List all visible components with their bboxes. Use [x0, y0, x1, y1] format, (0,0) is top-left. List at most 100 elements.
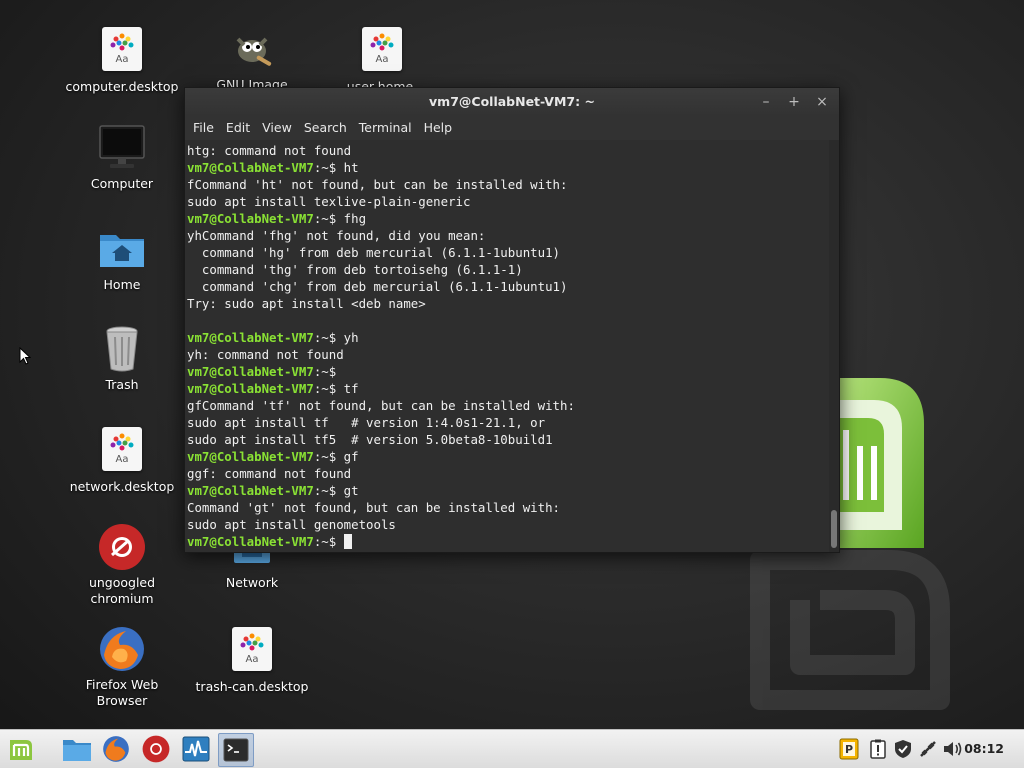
terminal-output-line: sudo apt install texlive-plain-generic [187, 194, 471, 209]
terminal-output-line: sudo apt install genometools [187, 517, 396, 532]
prompt-suffix: :~$ [313, 381, 344, 396]
home-folder-icon [98, 225, 146, 273]
terminal-prompt-line: vm7@CollabNet-VM7:~$ tf [187, 380, 829, 397]
terminal-prompt-line: vm7@CollabNet-VM7:~$ yh [187, 329, 829, 346]
tray-network[interactable] [917, 737, 939, 761]
taskbar-chromium-launcher[interactable] [139, 733, 173, 765]
terminal-output[interactable]: htg: command not found vm7@CollabNet-VM7:… [185, 140, 829, 552]
command-text: gf [343, 449, 359, 464]
terminal-prompt-line: vm7@CollabNet-VM7:~$ gf [187, 448, 829, 465]
desktop-icon-trash-can-desktop[interactable]: Aa trash-can.desktop [192, 625, 312, 695]
command-text: tf [343, 381, 359, 396]
prompt-user: vm7@CollabNet-VM7 [187, 534, 314, 549]
terminal-output-line: sudo apt install tf5 # version 5.0beta8-… [187, 432, 553, 447]
clipboard-alert-icon [870, 739, 886, 759]
desktop-icon-computer-desktop[interactable]: Aa computer.desktop [62, 25, 182, 95]
font-glyph-text: Aa [375, 54, 389, 65]
font-file-icon: Aa [98, 427, 146, 475]
terminal-output-line: sudo apt install tf # version 1:4.0s1-21… [187, 415, 546, 430]
gimp-icon [228, 25, 276, 73]
terminal-window[interactable]: vm7@CollabNet-VM7: ~ – + × File Edit Vie… [184, 87, 840, 553]
text-cursor [343, 534, 352, 549]
prompt-user: vm7@CollabNet-VM7 [187, 330, 314, 345]
files-icon [63, 740, 91, 761]
terminal-prompt-line: vm7@CollabNet-VM7:~$ gt [187, 482, 829, 499]
terminal-titlebar[interactable]: vm7@CollabNet-VM7: ~ – + × [185, 88, 839, 116]
terminal-output-line: htg: command not found [187, 143, 352, 158]
terminal-output-line: fCommand 'ht' not found, but can be inst… [187, 177, 568, 192]
firefox-icon [98, 625, 146, 673]
taskbar-system-monitor-launcher[interactable] [179, 733, 213, 765]
font-glyph-text: Aa [115, 54, 129, 65]
menu-help[interactable]: Help [418, 116, 459, 140]
mint-menu-button[interactable] [4, 733, 38, 765]
desktop-icon-firefox[interactable]: Firefox Web Browser [62, 625, 182, 709]
minimize-button[interactable]: – [755, 91, 777, 113]
firefox-icon [103, 736, 129, 762]
taskbar-clock[interactable]: 08:12 [964, 730, 1004, 768]
taskbar-firefox-launcher[interactable] [99, 733, 133, 765]
desktop-icon-computer[interactable]: Computer [62, 124, 182, 192]
terminal-active-prompt: vm7@CollabNet-VM7:~$ [187, 533, 829, 550]
prompt-user: vm7@CollabNet-VM7 [187, 364, 314, 379]
maximize-button[interactable]: + [783, 91, 805, 113]
desktop-icon-trash[interactable]: Trash [62, 325, 182, 393]
prompt-suffix: :~$ [313, 330, 344, 345]
network-icon [920, 741, 936, 757]
menu-search[interactable]: Search [298, 116, 353, 140]
terminal-output-line: command 'chg' from deb mercurial (6.1.1-… [187, 279, 568, 294]
terminal-menubar: File Edit View Search Terminal Help [185, 116, 839, 140]
prompt-user: vm7@CollabNet-VM7 [187, 381, 314, 396]
tray-volume[interactable] [942, 737, 964, 761]
close-button[interactable]: × [811, 91, 833, 113]
desktop-icon-user-home[interactable]: Aa user-home. [322, 25, 442, 95]
mint-menu-icon [10, 740, 32, 760]
terminal-scrollbar[interactable] [829, 140, 839, 552]
menu-file[interactable]: File [187, 116, 220, 140]
terminal-output-line: yhCommand 'fhg' not found, did you mean: [187, 228, 486, 243]
taskbar-files-launcher[interactable] [60, 733, 94, 765]
chromium-icon [142, 735, 170, 763]
window-title: vm7@CollabNet-VM7: ~ [429, 94, 595, 109]
scrollbar-thumb[interactable] [831, 510, 837, 548]
tray-parking-indicator[interactable]: P [838, 737, 860, 761]
terminal-output-line: ggf: command not found [187, 466, 352, 481]
prompt-user: vm7@CollabNet-VM7 [187, 449, 314, 464]
desktop-icon-label: Computer [90, 176, 154, 191]
tray-security[interactable] [892, 737, 914, 761]
menu-terminal[interactable]: Terminal [353, 116, 418, 140]
command-text: gt [343, 483, 359, 498]
prompt-suffix: :~$ [313, 449, 344, 464]
prompt-user: vm7@CollabNet-VM7 [187, 160, 314, 175]
desktop-icon-network-desktop[interactable]: Aa network.desktop [62, 425, 182, 495]
prompt-suffix: :~$ [313, 534, 344, 549]
trash-icon [98, 325, 146, 373]
prompt-suffix: :~$ [313, 211, 344, 226]
terminal-output-line: command 'hg' from deb mercurial (6.1.1-1… [187, 245, 560, 260]
monitor-icon [98, 124, 146, 172]
desktop-icon-ungoogled-chromium[interactable]: ungoogled chromium [62, 523, 182, 607]
desktop-icon-gimp[interactable]: GNU Image [192, 25, 312, 93]
mouse-pointer-icon [19, 347, 31, 365]
parking-icon: P [839, 738, 859, 760]
taskbar-terminal-launcher[interactable] [218, 733, 254, 767]
volume-icon [944, 742, 962, 756]
desktop-icon-label: network.desktop [69, 479, 175, 494]
command-text: fhg [343, 211, 367, 226]
tray-update-manager[interactable] [867, 737, 889, 761]
font-glyph-text: Aa [245, 654, 259, 665]
chromium-icon [98, 523, 146, 571]
terminal-icon [223, 738, 249, 762]
system-monitor-icon [182, 736, 210, 762]
font-file-icon: Aa [358, 27, 406, 75]
desktop-icon-home[interactable]: Home [62, 225, 182, 293]
terminal-prompt-line: vm7@CollabNet-VM7:~$ fhg [187, 210, 829, 227]
terminal-output-line: Command 'gt' not found, but can be insta… [187, 500, 560, 515]
prompt-user: vm7@CollabNet-VM7 [187, 211, 314, 226]
font-file-icon: Aa [98, 27, 146, 75]
terminal-output-line: gfCommand 'tf' not found, but can be ins… [187, 398, 575, 413]
menu-edit[interactable]: Edit [220, 116, 256, 140]
menu-view[interactable]: View [256, 116, 298, 140]
terminal-prompt-line: vm7@CollabNet-VM7:~$ [187, 363, 829, 380]
desktop-icon-label: Firefox Web Browser [85, 677, 159, 708]
